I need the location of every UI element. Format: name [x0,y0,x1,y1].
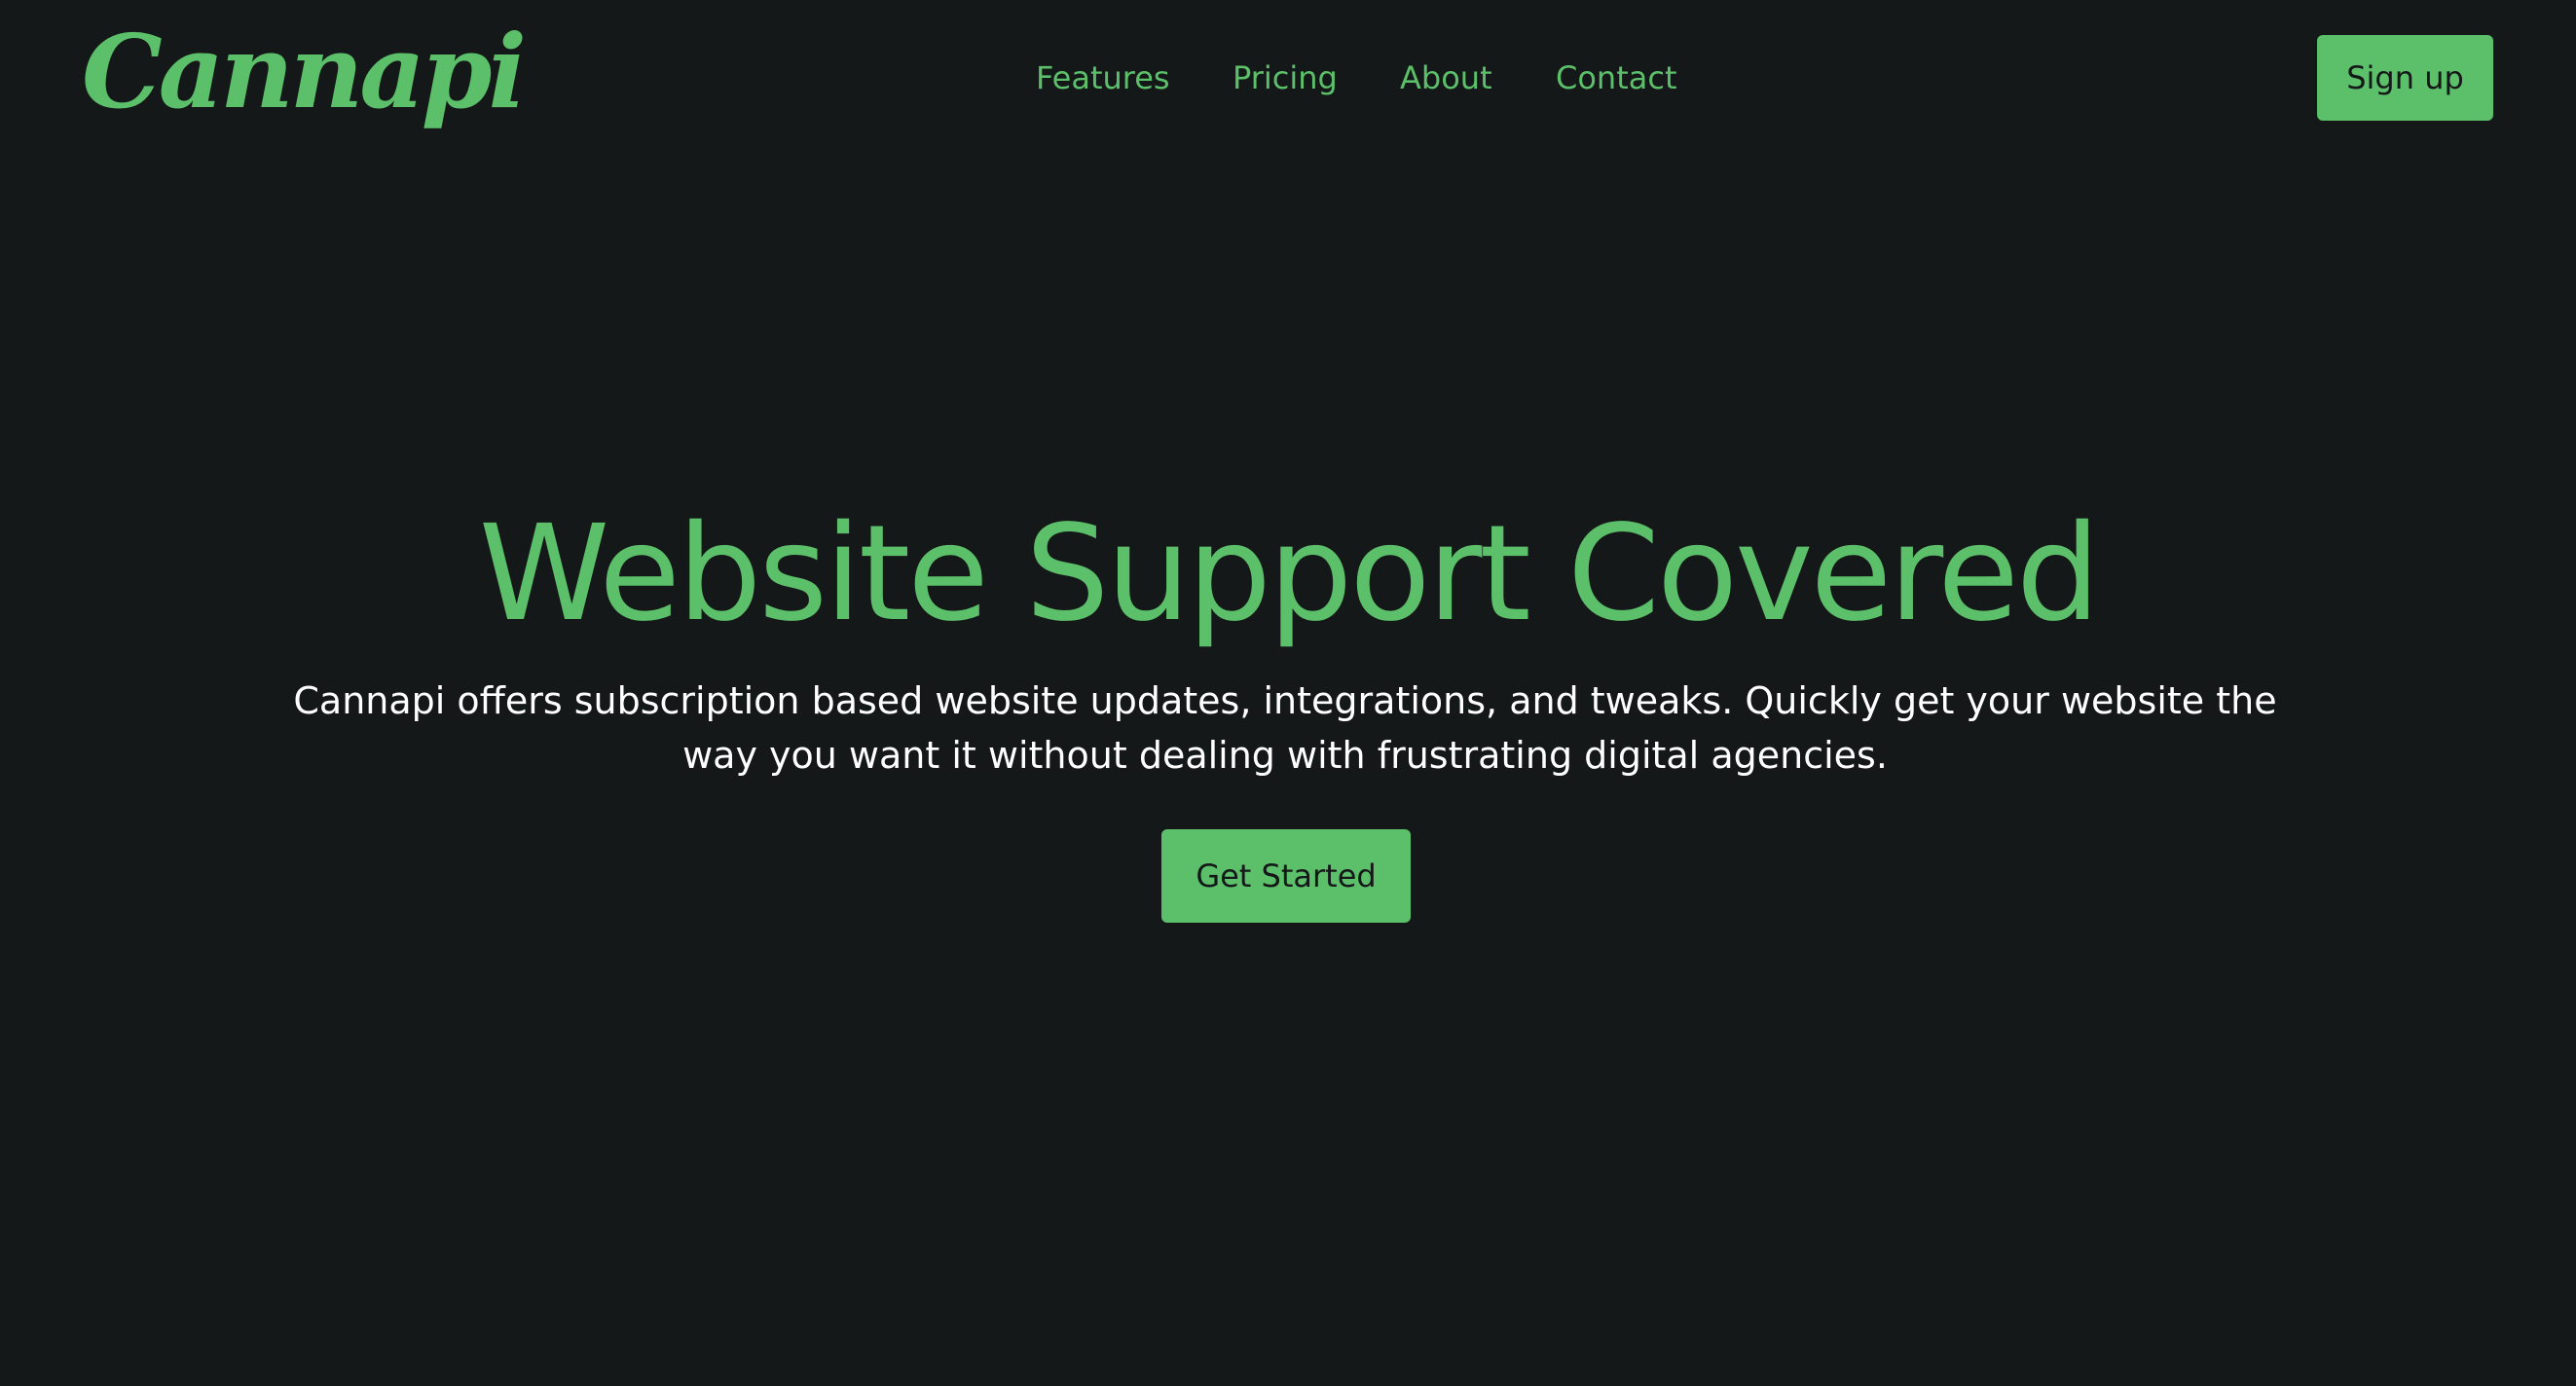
nav-link-about[interactable]: About [1400,47,1492,109]
nav-link-features[interactable]: Features [1036,47,1170,109]
nav-link-contact[interactable]: Contact [1556,47,1677,109]
hero-description: Cannapi offers subscription based websit… [293,679,2277,777]
get-started-button[interactable]: Get Started [1161,829,1411,923]
nav-link-pricing[interactable]: Pricing [1233,47,1338,109]
hero-title: Website Support Covered [478,497,2100,651]
sign-up-button[interactable]: Sign up [2317,35,2493,121]
brand-logo[interactable]: Cannapi [82,21,527,123]
